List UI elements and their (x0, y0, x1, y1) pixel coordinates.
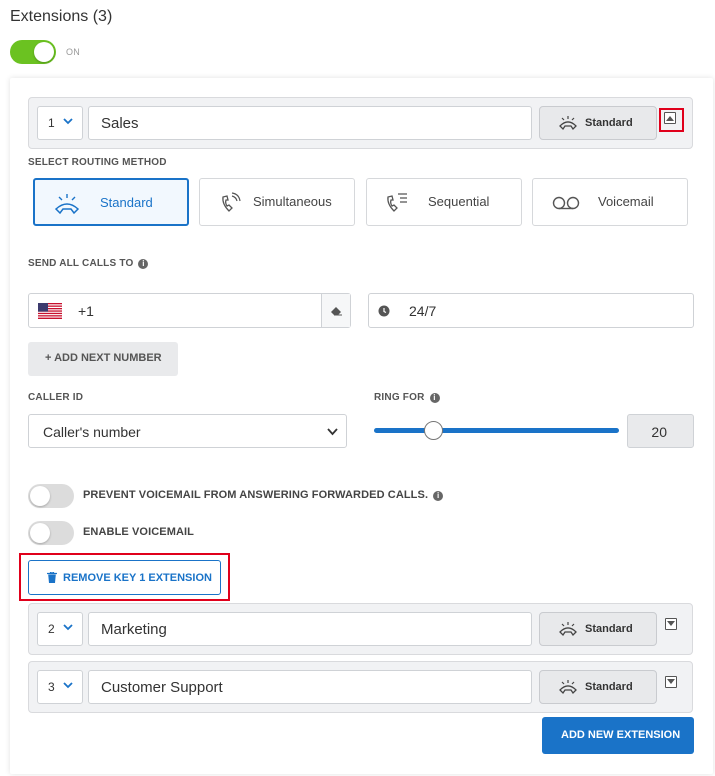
phone-list-icon (387, 193, 407, 212)
schedule-icon-box (369, 294, 398, 327)
extension-key-select[interactable]: 3 (37, 670, 83, 704)
ring-for-number: 20 (651, 424, 667, 440)
ring-for-value[interactable]: 20 (627, 414, 694, 448)
extension-key-value: 3 (48, 680, 55, 694)
routing-method-label: Standard (585, 117, 633, 129)
prevent-voicemail-toggle[interactable] (28, 484, 74, 508)
extensions-master-toggle[interactable] (10, 40, 56, 64)
collapse-highlight (659, 108, 684, 132)
toggle-knob (30, 523, 50, 543)
extension-key-value: 2 (48, 622, 55, 636)
schedule-field[interactable]: 24/7 (368, 293, 694, 328)
chevron-down-icon (63, 624, 73, 631)
phone-standard-icon (559, 680, 577, 695)
routing-option-label: Simultaneous (253, 194, 332, 209)
ring-for-slider-track[interactable] (374, 428, 619, 433)
country-code: +1 (78, 303, 94, 319)
routing-option-label: Standard (100, 195, 153, 210)
add-next-number-label: + ADD NEXT NUMBER (45, 352, 162, 364)
extension-row-3: 3 Customer Support Standard (28, 661, 693, 713)
routing-option-standard[interactable]: Standard (33, 178, 189, 226)
prevent-voicemail-text: PREVENT VOICEMAIL FROM ANSWERING FORWARD… (83, 489, 429, 501)
routing-method-label: Standard (585, 623, 633, 635)
ring-for-slider-thumb[interactable] (423, 421, 443, 440)
extension-name-input[interactable]: Sales (88, 106, 532, 140)
routing-method-button[interactable]: Standard (539, 670, 657, 704)
expand-icon[interactable] (665, 676, 677, 688)
enable-voicemail-toggle[interactable] (28, 521, 74, 545)
remove-highlight (19, 553, 230, 601)
toggle-knob (30, 486, 50, 506)
chevron-down-icon (327, 428, 338, 436)
prevent-voicemail-label: PREVENT VOICEMAIL FROM ANSWERING FORWARD… (83, 489, 444, 501)
phone-standard-icon (559, 622, 577, 637)
routing-method-label: Standard (585, 681, 633, 693)
send-calls-text: SEND ALL CALLS TO (28, 258, 134, 269)
caller-id-value: Caller's number (43, 424, 141, 440)
page-title: Extensions (3) (10, 8, 113, 25)
clear-number-button[interactable] (321, 294, 350, 327)
send-calls-label: SEND ALL CALLS TO i (28, 258, 149, 269)
voicemail-icon (552, 196, 580, 210)
info-icon[interactable]: i (138, 259, 149, 269)
extension-row-2: 2 Marketing Standard (28, 603, 693, 655)
caller-id-label: CALLER ID (28, 392, 84, 403)
expand-icon[interactable] (665, 618, 677, 630)
phone-ring-icon (222, 192, 241, 212)
routing-option-label: Sequential (428, 194, 490, 209)
extension-row-1: 1 Sales Standard (28, 97, 693, 149)
info-icon[interactable]: i (433, 491, 444, 501)
extension-name-input[interactable]: Customer Support (88, 670, 532, 704)
phone-standard-icon (54, 194, 80, 215)
ring-for-text: RING FOR (374, 392, 425, 403)
routing-option-voicemail[interactable]: Voicemail (532, 178, 688, 226)
routing-option-label: Voicemail (598, 194, 654, 209)
add-next-number-button[interactable]: + ADD NEXT NUMBER (28, 342, 178, 376)
extension-key-value: 1 (48, 116, 55, 130)
forward-number-field[interactable]: +1 (28, 293, 351, 328)
toggle-on-label: ON (66, 47, 81, 57)
extension-key-select[interactable]: 1 (37, 106, 83, 140)
add-new-extension-label: ADD NEW EXTENSION (561, 729, 681, 741)
caller-id-select[interactable]: Caller's number (28, 414, 347, 448)
schedule-value: 24/7 (409, 303, 437, 319)
chevron-down-icon (63, 118, 73, 125)
routing-method-button[interactable]: Standard (539, 612, 657, 646)
extension-key-select[interactable]: 2 (37, 612, 83, 646)
clock-icon (378, 305, 390, 317)
ring-for-label: RING FOR i (374, 392, 440, 403)
enable-voicemail-label: ENABLE VOICEMAIL (83, 526, 194, 538)
routing-option-sequential[interactable]: Sequential (366, 178, 522, 226)
info-icon[interactable]: i (429, 393, 440, 403)
extension-name-input[interactable]: Marketing (88, 612, 532, 646)
chevron-down-icon (63, 682, 73, 689)
eraser-icon (331, 307, 342, 316)
us-flag-icon (38, 303, 62, 319)
routing-method-button[interactable]: Standard (539, 106, 657, 140)
toggle-knob (34, 42, 54, 62)
routing-option-simultaneous[interactable]: Simultaneous (199, 178, 355, 226)
routing-section-label: SELECT ROUTING METHOD (28, 157, 167, 168)
add-new-extension-button[interactable]: ADD NEW EXTENSION (542, 717, 694, 754)
phone-standard-icon (559, 116, 577, 131)
